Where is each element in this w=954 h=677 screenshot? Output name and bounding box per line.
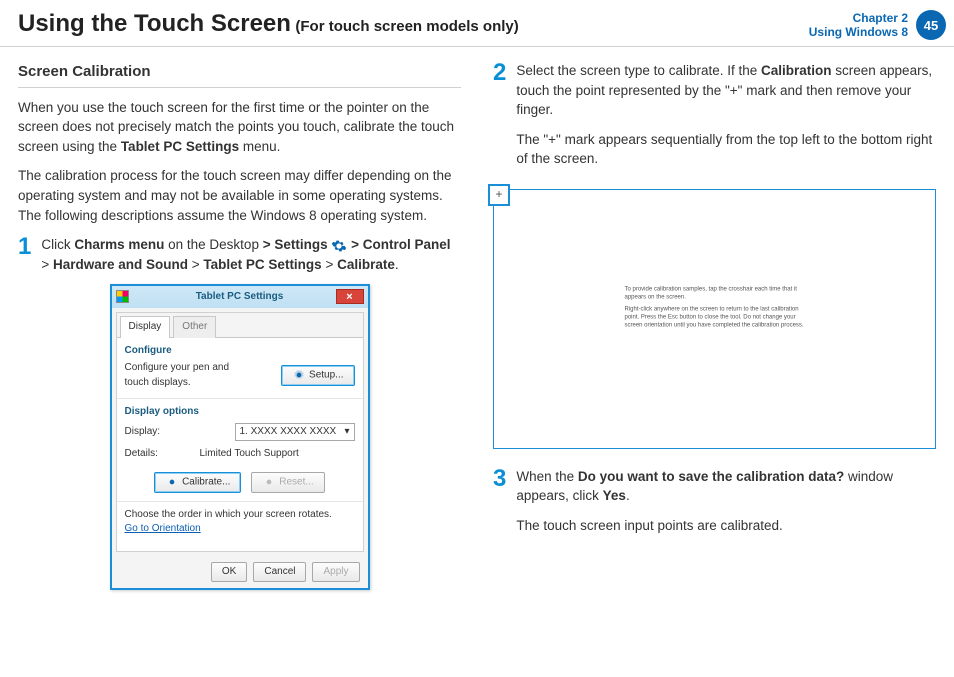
step-body: Click Charms menu on the Desktop > Setti… xyxy=(41,235,461,274)
page-subtitle: (For touch screen models only) xyxy=(295,18,518,35)
tab-other[interactable]: Other xyxy=(173,316,216,338)
step2-para2: The "+" mark appears sequentially from t… xyxy=(516,130,936,169)
step-1: 1 Click Charms menu on the Desktop > Set… xyxy=(18,235,461,274)
bold: Calibrate xyxy=(337,257,395,272)
text: When the xyxy=(516,469,578,484)
bold: > xyxy=(351,237,363,252)
text: > xyxy=(188,257,203,272)
app-icon xyxy=(116,290,129,303)
dialog-titlebar: Tablet PC Settings × xyxy=(112,286,368,308)
bold: > xyxy=(263,237,275,252)
configure-text: Configure your pen and touch displays. xyxy=(125,361,255,390)
setup-button[interactable]: Setup... xyxy=(281,365,354,386)
chapter-line2: Using Windows 8 xyxy=(809,25,908,39)
group-rotation: Choose the order in which your screen ro… xyxy=(117,502,363,545)
select-value: 1. XXXX XXXX XXXX xyxy=(240,425,337,440)
step-number: 1 xyxy=(18,235,31,274)
text: To provide calibration samples, tap the … xyxy=(625,287,805,303)
dialog-body: Display Other Configure Configure your p… xyxy=(116,312,364,552)
label: Reset... xyxy=(279,476,313,487)
apply-button[interactable]: Apply xyxy=(312,562,359,583)
section-heading: Screen Calibration xyxy=(18,61,461,88)
text: Select the screen type to calibrate. If … xyxy=(516,63,761,78)
gear-icon xyxy=(165,475,179,489)
title-block: Using the Touch Screen (For touch screen… xyxy=(18,10,519,38)
page-number-badge: 45 xyxy=(916,10,946,40)
plus-icon: + xyxy=(495,186,502,203)
bold: Do you want to save the calibration data… xyxy=(578,469,844,484)
dialog-title: Tablet PC Settings xyxy=(196,290,284,305)
details-label: Details: xyxy=(125,447,180,462)
left-column: Screen Calibration When you use the touc… xyxy=(18,61,461,590)
group-title: Configure xyxy=(125,344,355,359)
configure-row: Configure your pen and touch displays. S… xyxy=(125,361,355,390)
text: > xyxy=(41,257,53,272)
content-columns: Screen Calibration When you use the touc… xyxy=(0,47,954,600)
rotate-text: Choose the order in which your screen ro… xyxy=(125,508,355,523)
page-header: Using the Touch Screen (For touch screen… xyxy=(0,0,954,47)
gear-icon xyxy=(292,368,306,382)
group-display-options: Display options Display: 1. XXXX XXXX XX… xyxy=(117,399,363,502)
close-button[interactable]: × xyxy=(336,289,364,304)
details-value: Limited Touch Support xyxy=(200,447,299,462)
tab-display[interactable]: Display xyxy=(120,316,171,338)
calibration-crosshair: + xyxy=(488,184,510,206)
display-label: Display: xyxy=(125,425,180,440)
step-3: 3 When the Do you want to save the calib… xyxy=(493,467,936,546)
text: Right-click anywhere on the screen to re… xyxy=(625,307,805,330)
para-1: When you use the touch screen for the fi… xyxy=(18,98,461,157)
orientation-link[interactable]: Go to Orientation xyxy=(125,523,201,534)
calibrate-row: Calibrate... Reset... xyxy=(125,472,355,493)
header-right: Chapter 2 Using Windows 8 45 xyxy=(809,10,946,40)
label: Setup... xyxy=(309,370,343,381)
group-title: Display options xyxy=(125,405,355,420)
text: on the Desktop xyxy=(164,237,262,252)
step-2: 2 Select the screen type to calibrate. I… xyxy=(493,61,936,179)
ok-button[interactable]: OK xyxy=(211,562,247,583)
text: > xyxy=(322,257,337,272)
bold: Control Panel xyxy=(363,237,451,252)
cancel-button[interactable]: Cancel xyxy=(253,562,306,583)
gear-icon xyxy=(331,238,347,254)
step2-para1: Select the screen type to calibrate. If … xyxy=(516,61,936,120)
step-number: 2 xyxy=(493,61,506,179)
details-row: Details: Limited Touch Support xyxy=(125,447,355,462)
dialog-footer: OK Cancel Apply xyxy=(112,556,368,589)
chapter-label: Chapter 2 Using Windows 8 xyxy=(809,11,908,40)
calibration-instructions: To provide calibration samples, tap the … xyxy=(625,287,805,330)
bold: Charms menu xyxy=(74,237,164,252)
display-row: Display: 1. XXXX XXXX XXXX ▾ xyxy=(125,423,355,442)
para-2: The calibration process for the touch sc… xyxy=(18,166,461,225)
page-title: Using the Touch Screen xyxy=(18,10,291,37)
group-configure: Configure Configure your pen and touch d… xyxy=(117,338,363,400)
text: . xyxy=(395,257,399,272)
label: Calibrate... xyxy=(182,476,230,487)
reset-button[interactable]: Reset... xyxy=(251,472,324,493)
text: Click xyxy=(41,237,74,252)
calibrate-button[interactable]: Calibrate... xyxy=(154,472,241,493)
tablet-pc-settings-dialog: Tablet PC Settings × Display Other Confi… xyxy=(110,284,370,590)
step-body: Select the screen type to calibrate. If … xyxy=(516,61,936,179)
step3-para1: When the Do you want to save the calibra… xyxy=(516,467,936,506)
tab-strip: Display Other xyxy=(117,313,363,338)
text: . xyxy=(626,488,630,503)
bold: Yes xyxy=(603,488,626,503)
calibration-screenshot: + To provide calibration samples, tap th… xyxy=(493,189,936,449)
step3-para2: The touch screen input points are calibr… xyxy=(516,516,936,536)
bold: Hardware and Sound xyxy=(53,257,188,272)
step-number: 3 xyxy=(493,467,506,546)
bold: Calibration xyxy=(761,63,832,78)
text: menu. xyxy=(239,139,280,154)
display-select[interactable]: 1. XXXX XXXX XXXX ▾ xyxy=(235,423,355,442)
bold: Tablet PC Settings xyxy=(121,139,239,154)
bold: Settings xyxy=(274,237,327,252)
chapter-line1: Chapter 2 xyxy=(809,11,908,25)
gear-icon xyxy=(262,475,276,489)
chevron-down-icon: ▾ xyxy=(344,425,349,440)
bold: Tablet PC Settings xyxy=(203,257,321,272)
step-body: When the Do you want to save the calibra… xyxy=(516,467,936,546)
right-column: 2 Select the screen type to calibrate. I… xyxy=(493,61,936,590)
